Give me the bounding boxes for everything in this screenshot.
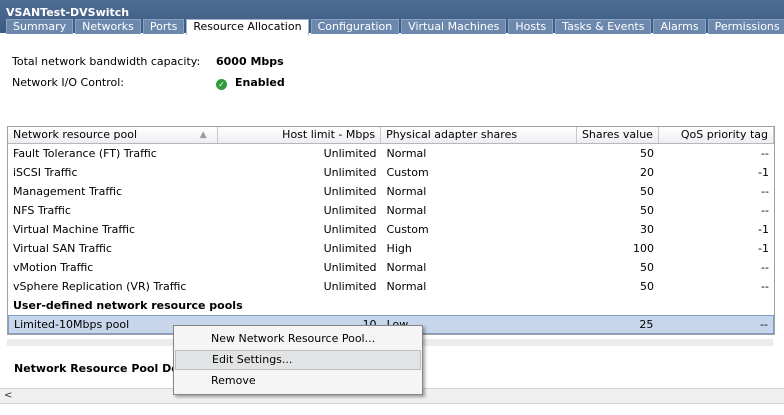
tab-permissions[interactable]: Permissions — [707, 19, 784, 34]
menu-item-edit-settings[interactable]: Edit Settings... — [175, 350, 421, 370]
tab-configuration[interactable]: Configuration — [310, 19, 400, 34]
resource-pool-table: Network resource pool ▲ Host limit - Mbps… — [7, 126, 775, 335]
nioc-status: ✓ Enabled — [216, 76, 285, 90]
menu-item-new-pool[interactable]: New Network Resource Pool... — [174, 329, 422, 349]
column-header-limit[interactable]: Host limit - Mbps — [218, 127, 382, 143]
tab-ports[interactable]: Ports — [142, 19, 185, 34]
group-header-user-defined: User-defined network resource pools — [13, 299, 243, 312]
sort-asc-icon: ▲ — [199, 130, 207, 140]
column-header-qos[interactable]: QoS priority tag — [659, 127, 774, 143]
column-header-shares[interactable]: Physical adapter shares — [381, 127, 577, 143]
table-header: Network resource pool ▲ Host limit - Mbps… — [8, 127, 774, 144]
table-row[interactable]: vSphere Replication (VR) Traffic Unlimite… — [8, 277, 774, 296]
table-row[interactable]: NFS Traffic Unlimited Normal 50 -- — [8, 201, 774, 220]
column-header-shares-value[interactable]: Shares value — [577, 127, 659, 143]
table-row[interactable]: Fault Tolerance (FT) Traffic Unlimited Nor… — [8, 144, 774, 163]
table-row[interactable]: Virtual SAN Traffic Unlimited High 100 -1 — [8, 239, 774, 258]
table-row[interactable]: Management Traffic Unlimited Normal 50 -- — [8, 182, 774, 201]
tab-alarms[interactable]: Alarms — [653, 19, 706, 34]
check-icon: ✓ — [216, 79, 227, 90]
tab-bar: Summary Networks Ports Resource Allocati… — [6, 19, 784, 35]
table-row[interactable]: vMotion Traffic Unlimited Normal 50 -- — [8, 258, 774, 277]
bandwidth-value: 6000 Mbps — [216, 55, 284, 68]
window-title: VSANTest-DVSwitch — [6, 6, 130, 19]
context-menu: New Network Resource Pool... Edit Settin… — [173, 325, 423, 395]
table-row[interactable]: iSCSI Traffic Unlimited Custom 20 -1 — [8, 163, 774, 182]
tab-tasks-events[interactable]: Tasks & Events — [555, 19, 652, 34]
chevron-left-icon[interactable]: < — [4, 389, 14, 403]
nioc-label: Network I/O Control: — [12, 76, 124, 89]
tab-virtual-machines[interactable]: Virtual Machines — [401, 19, 507, 34]
table-row[interactable]: Virtual Machine Traffic Unlimited Custom 30… — [8, 220, 774, 239]
menu-item-remove[interactable]: Remove — [174, 371, 422, 391]
tab-hosts[interactable]: Hosts — [508, 19, 554, 34]
nioc-value: Enabled — [235, 76, 285, 89]
column-header-pool[interactable]: Network resource pool ▲ — [8, 127, 218, 143]
bandwidth-label: Total network bandwidth capacity: — [12, 55, 201, 68]
tab-networks[interactable]: Networks — [75, 19, 141, 34]
tab-summary[interactable]: Summary — [6, 19, 74, 34]
tab-resource-allocation[interactable]: Resource Allocation — [186, 19, 309, 35]
